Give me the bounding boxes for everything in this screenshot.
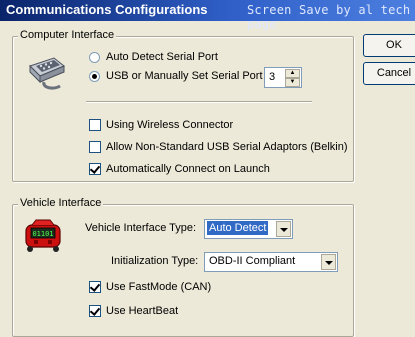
fastmode-can-label[interactable]: Use FastMode (CAN) — [106, 281, 211, 293]
spin-down-button[interactable]: ▼ — [285, 78, 300, 87]
chevron-down-icon[interactable] — [321, 254, 336, 270]
vehicle-interface-obd-icon: 01101 — [25, 219, 61, 252]
heartbeat-checkbox[interactable] — [89, 305, 101, 317]
vehicle-interface-type-select[interactable]: Auto Detect — [204, 219, 293, 239]
auto-detect-radio[interactable] — [89, 52, 100, 63]
port-number-value[interactable]: 3 — [269, 71, 275, 83]
vehicle-interface-type-value[interactable]: Auto Detect — [207, 221, 269, 235]
port-number-spinner[interactable]: 3 ▲ ▼ — [264, 67, 302, 88]
belkin-adaptor-checkbox[interactable] — [89, 141, 101, 153]
window-title: Communications Configurations — [6, 2, 208, 17]
fastmode-can-checkbox[interactable] — [89, 281, 101, 293]
vehicle-interface-type-label: Vehicle Interface Type: — [85, 222, 197, 234]
obd-icon-text: 01101 — [32, 230, 53, 238]
auto-connect-label[interactable]: Automatically Connect on Launch — [106, 163, 270, 175]
screensaver-watermark: Screen Save by al tech page — [247, 3, 411, 31]
title-bar[interactable]: Communications Configurations Screen Sav… — [0, 0, 415, 31]
belkin-adaptor-label[interactable]: Allow Non-Standard USB Serial Adaptors (… — [106, 141, 348, 153]
wireless-connector-label[interactable]: Using Wireless Connector — [106, 119, 233, 131]
auto-detect-label[interactable]: Auto Detect Serial Port — [106, 51, 218, 63]
wireless-connector-checkbox[interactable] — [89, 119, 101, 131]
spin-up-button[interactable]: ▲ — [285, 69, 300, 78]
serial-port-connector-icon — [29, 57, 65, 90]
usb-manual-label[interactable]: USB or Manually Set Serial Port — [106, 70, 263, 82]
initialization-type-select[interactable]: OBD-II Compliant — [204, 252, 338, 272]
ok-button[interactable]: OK — [363, 34, 415, 57]
usb-manual-radio[interactable] — [89, 71, 100, 82]
heartbeat-label[interactable]: Use HeartBeat — [106, 305, 178, 317]
chevron-down-icon[interactable] — [276, 221, 291, 237]
computer-interface-legend: Computer Interface — [18, 29, 117, 41]
cancel-button[interactable]: Cancel — [363, 62, 415, 85]
auto-connect-checkbox[interactable] — [89, 163, 101, 175]
group-separator — [86, 101, 312, 103]
vehicle-interface-legend: Vehicle Interface — [18, 197, 104, 209]
initialization-type-value[interactable]: OBD-II Compliant — [207, 254, 297, 268]
initialization-type-label: Initialization Type: — [111, 255, 199, 267]
